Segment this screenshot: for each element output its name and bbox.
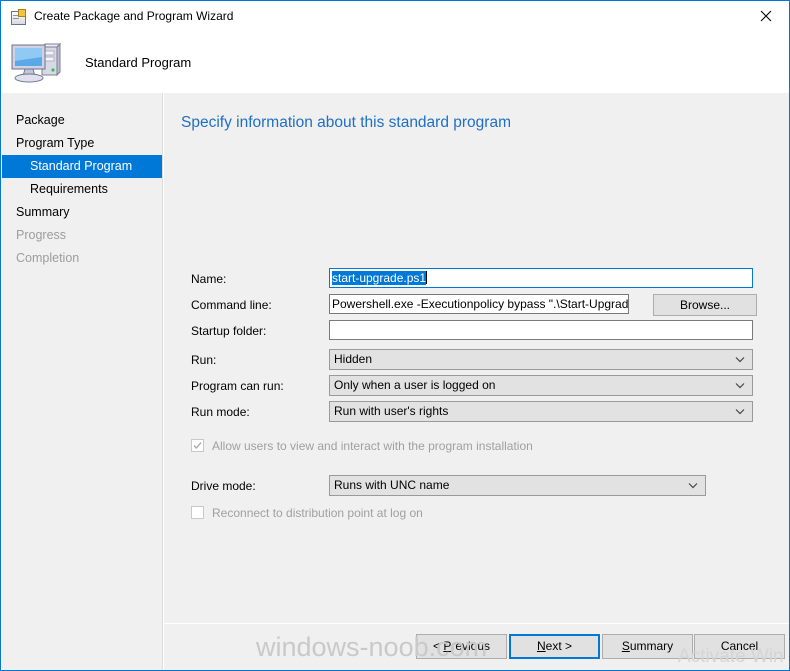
sidebar-item-program-type[interactable]: Program Type — [2, 132, 162, 155]
wizard-header: Standard Program — [1, 31, 789, 93]
run-dropdown[interactable]: Hidden — [329, 349, 753, 370]
chevron-down-icon — [735, 402, 745, 421]
title-bar: Create Package and Program Wizard — [1, 1, 789, 31]
content-panel: Specify information about this standard … — [164, 93, 789, 623]
run-dropdown-value: Hidden — [334, 352, 373, 366]
sidebar-item-standard-program[interactable]: Standard Program — [2, 155, 162, 178]
reconnect-checkbox-label: Reconnect to distribution point at log o… — [212, 506, 423, 520]
previous-button[interactable]: < Previous — [416, 634, 507, 659]
run-mode-dropdown-value: Run with user's rights — [334, 404, 449, 418]
summary-button[interactable]: Summary — [602, 634, 693, 659]
previous-pre: < — [432, 639, 444, 653]
sidebar-item-requirements[interactable]: Requirements — [2, 178, 162, 201]
run-label: Run: — [191, 353, 217, 367]
allow-interact-checkbox-label: Allow users to view and interact with th… — [212, 439, 533, 453]
sidebar-item-progress: Progress — [16, 228, 67, 242]
name-label: Name: — [191, 272, 227, 286]
next-accel: N — [536, 639, 546, 653]
program-can-run-label: Program can run: — [191, 379, 284, 393]
drive-mode-dropdown-value: Runs with UNC name — [334, 478, 450, 492]
drive-mode-dropdown[interactable]: Runs with UNC name — [329, 475, 706, 496]
package-icon — [10, 8, 26, 25]
command-line-label: Command line: — [191, 298, 272, 312]
window-title: Create Package and Program Wizard — [34, 9, 234, 23]
close-icon[interactable] — [743, 1, 789, 30]
allow-interact-checkbox-box — [191, 439, 204, 452]
sidebar-item-completion: Completion — [16, 251, 80, 265]
sidebar-item-package[interactable]: Package — [2, 109, 162, 132]
sidebar-item-summary[interactable]: Summary — [2, 201, 162, 224]
chevron-down-icon — [735, 350, 745, 369]
text-caret — [426, 271, 428, 284]
run-mode-label: Run mode: — [191, 405, 250, 419]
program-can-run-dropdown-value: Only when a user is logged on — [334, 378, 496, 392]
wizard-window: Create Package and Program Wizard Standa… — [0, 0, 790, 671]
computer-icon — [9, 39, 63, 85]
chevron-down-icon — [735, 376, 745, 395]
program-can-run-dropdown[interactable]: Only when a user is logged on — [329, 375, 753, 396]
command-line-input[interactable]: Powershell.exe -Executionpolicy bypass "… — [329, 294, 629, 314]
summary-accel: S — [621, 639, 630, 653]
startup-folder-label: Startup folder: — [191, 324, 267, 338]
next-button[interactable]: Next > — [509, 634, 600, 659]
name-input-value: start-upgrade.ps1 — [332, 271, 427, 285]
wizard-steps-sidebar: Package Program Type Standard Program Re… — [2, 93, 163, 670]
next-post: ext > — [545, 639, 573, 653]
page-title: Specify information about this standard … — [181, 114, 511, 131]
name-input[interactable]: start-upgrade.ps1 — [329, 268, 753, 288]
chevron-down-icon — [688, 476, 698, 495]
drive-mode-label: Drive mode: — [191, 479, 256, 493]
startup-folder-input[interactable] — [329, 320, 753, 340]
run-mode-dropdown[interactable]: Run with user's rights — [329, 401, 753, 422]
summary-post: ummary — [629, 639, 674, 653]
previous-post: revious — [451, 639, 491, 653]
reconnect-checkbox-box — [191, 506, 204, 519]
cancel-button[interactable]: Cancel — [694, 634, 785, 659]
header-title: Standard Program — [85, 54, 192, 70]
wizard-footer: < Previous Next > Summary Cancel — [164, 624, 789, 670]
browse-button[interactable]: Browse... — [653, 294, 757, 316]
